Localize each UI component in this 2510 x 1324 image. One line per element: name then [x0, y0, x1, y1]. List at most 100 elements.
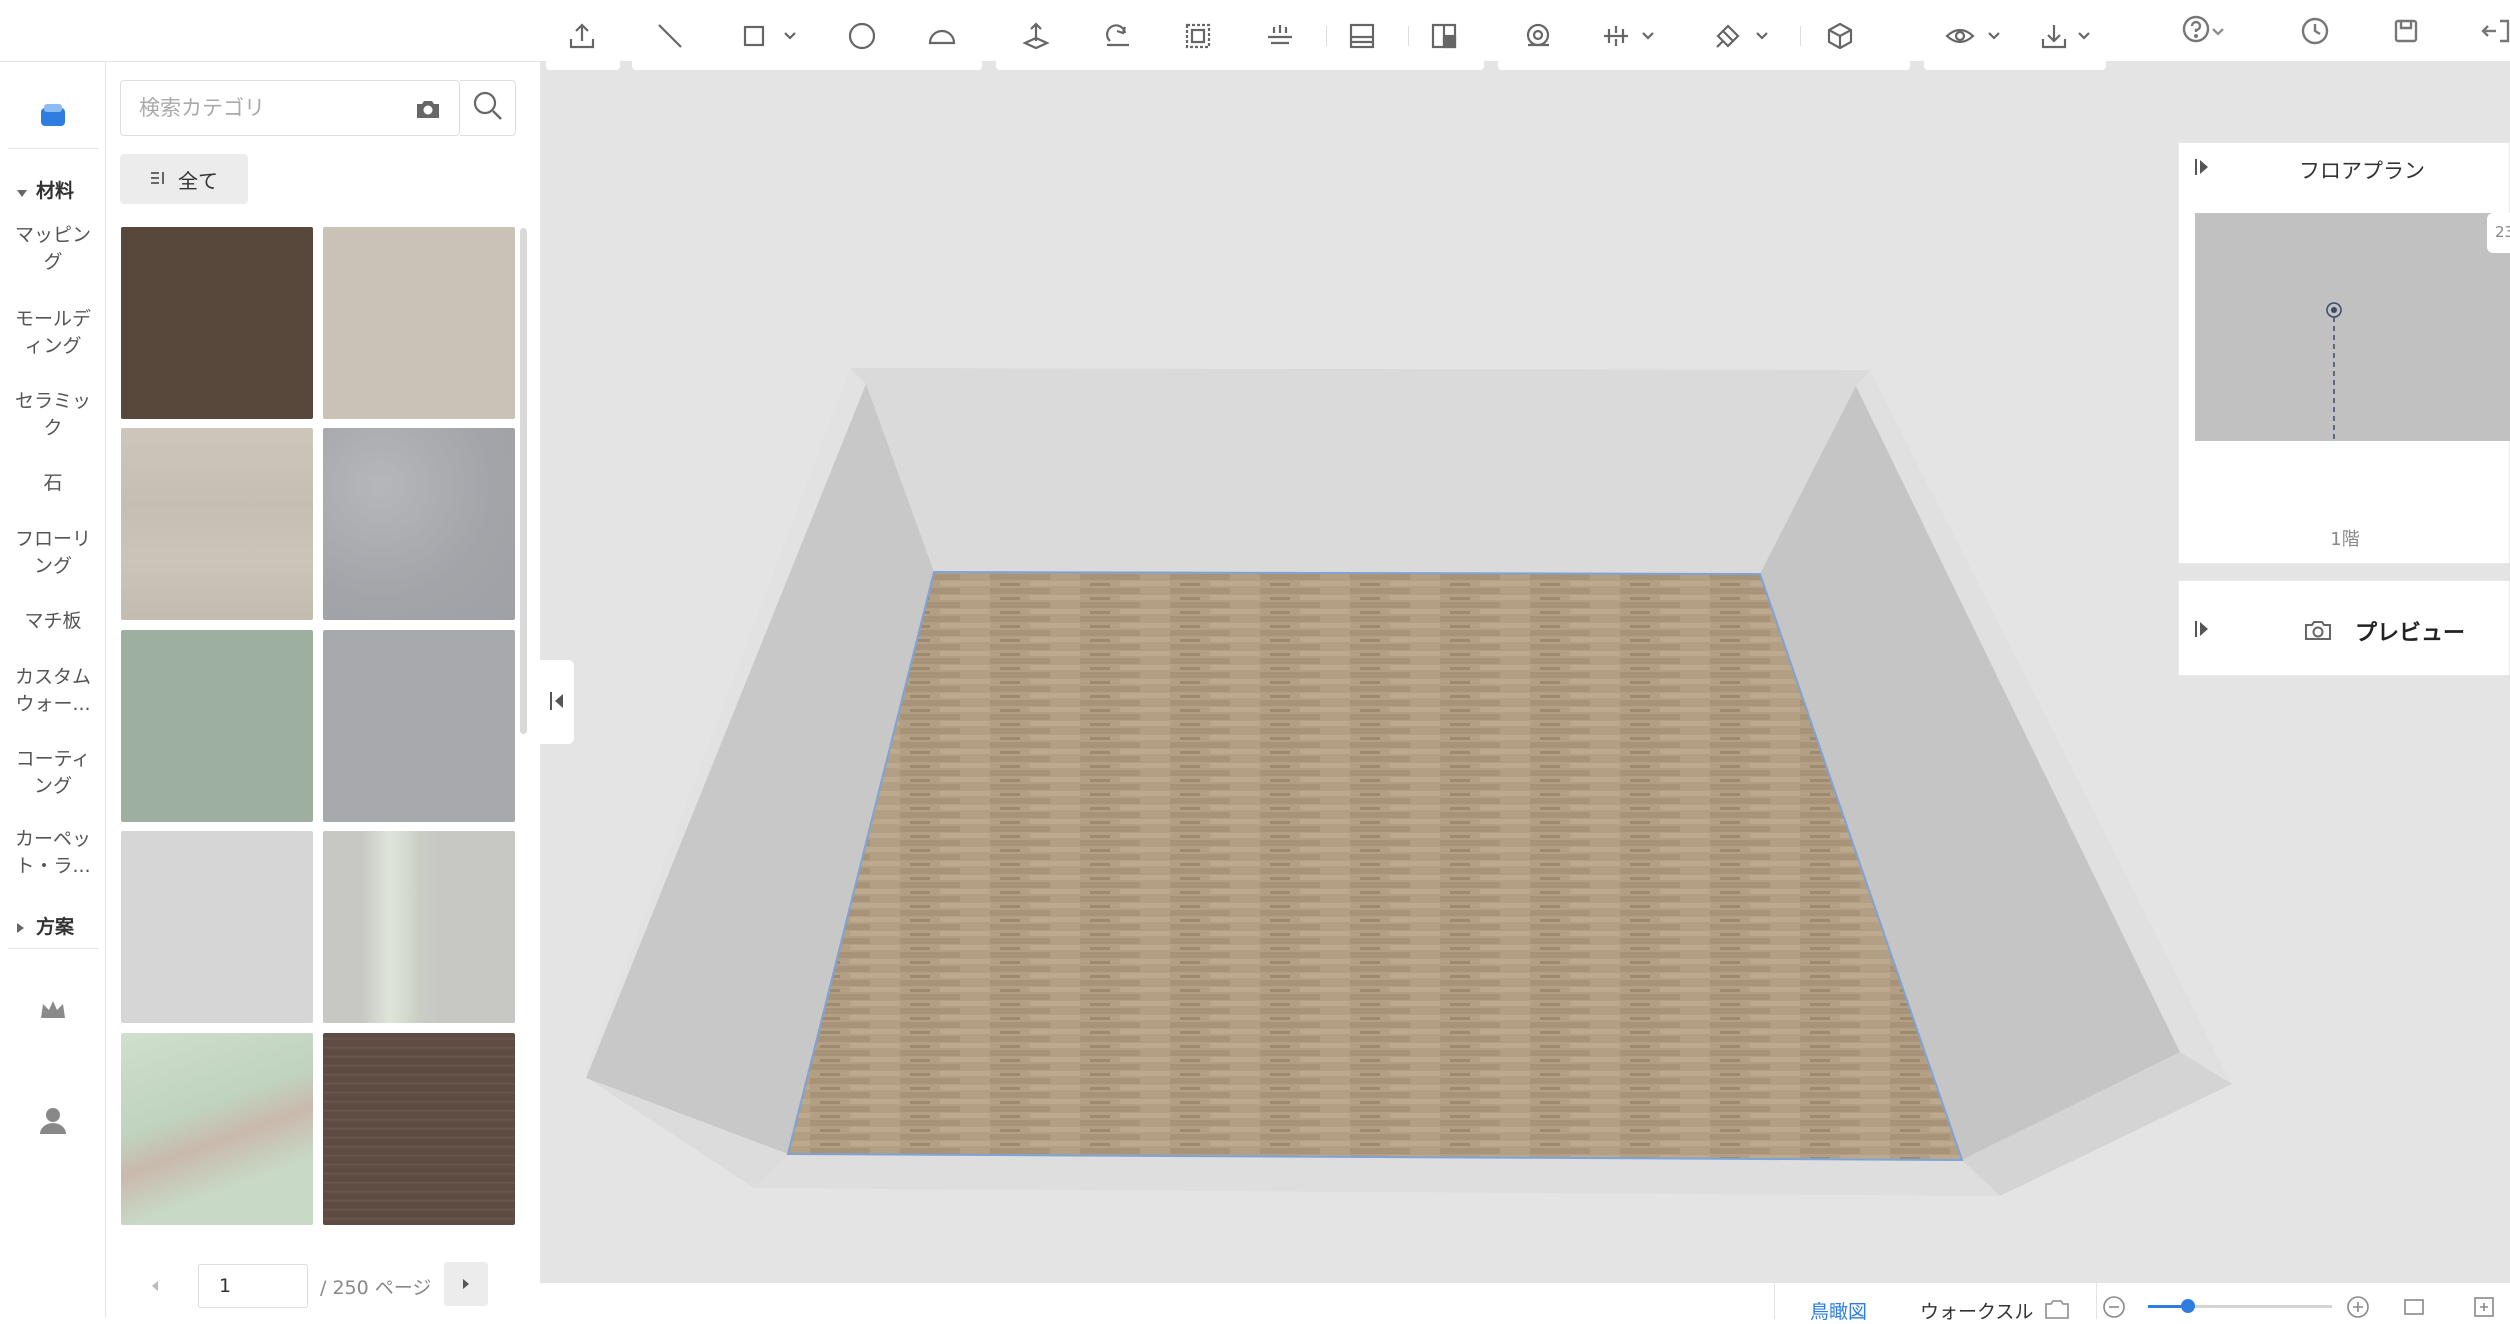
push-pull-icon[interactable]	[1020, 20, 1052, 52]
chevron-down-icon[interactable]	[1984, 20, 2004, 52]
floorplan-panel: フロアプラン 23 1階	[2178, 142, 2510, 564]
upload-icon[interactable]	[566, 20, 598, 52]
zoom-slider[interactable]	[2148, 1299, 2332, 1313]
download-icon[interactable]	[2038, 20, 2070, 52]
materials-icon[interactable]	[33, 96, 73, 136]
rail-item-stone[interactable]: 石	[8, 470, 98, 497]
chevron-down-icon[interactable]	[2074, 20, 2094, 52]
material-swatch[interactable]	[121, 1033, 313, 1225]
walkthrough-view-tab[interactable]: ウォークスル	[1920, 1297, 2033, 1324]
page-number-input[interactable]: 1	[198, 1264, 308, 1308]
tool-group-draw	[632, 0, 982, 70]
chevron-down-icon[interactable]	[1752, 20, 1772, 52]
floorplan-minimap[interactable]	[2195, 213, 2510, 443]
save-icon[interactable]	[2386, 12, 2426, 50]
rail-item-coating[interactable]: コーティ ング	[8, 746, 98, 800]
split-quadrant-icon[interactable]	[1428, 20, 1460, 52]
material-swatch[interactable]	[121, 630, 313, 822]
rail-item-molding[interactable]: モールデ ィング	[8, 306, 98, 360]
collapse-left-icon	[548, 690, 566, 716]
rail-item-panel[interactable]: マチ板	[8, 608, 98, 635]
exit-icon[interactable]	[2480, 12, 2510, 50]
material-swatch[interactable]	[323, 428, 515, 620]
divider	[1800, 26, 1801, 46]
dimension-icon[interactable]	[1600, 20, 1632, 52]
material-swatch[interactable]	[323, 831, 515, 1023]
line-tool-icon[interactable]	[654, 20, 686, 52]
panel-scrollbar[interactable]	[520, 228, 527, 734]
split-horizontal-icon[interactable]	[1346, 20, 1378, 52]
eye-icon[interactable]	[1944, 20, 1976, 52]
rotate-icon[interactable]	[1102, 20, 1134, 52]
material-swatch[interactable]	[121, 428, 313, 620]
chevron-down-icon[interactable]	[780, 20, 800, 52]
all-filter-button[interactable]: 全て	[120, 154, 248, 204]
paint-brush-icon[interactable]	[1712, 20, 1744, 52]
caret-down-icon	[16, 182, 28, 204]
floorplan-title: フロアプラン	[2299, 159, 2425, 183]
bottom-bar: 鳥瞰図 ウォークスル	[540, 1282, 2510, 1323]
circle-tool-icon[interactable]	[846, 20, 878, 52]
camera-icon[interactable]	[2044, 1297, 2070, 1323]
rail-divider	[8, 148, 98, 149]
section-label: 材料	[36, 180, 75, 202]
search-icon	[472, 90, 504, 126]
rail-item-carpet[interactable]: カーペッ ト・ラ...	[8, 826, 98, 880]
3d-object-icon[interactable]	[1824, 20, 1856, 52]
tool-group-edit	[996, 0, 1484, 70]
tool-group-export	[2018, 0, 2106, 70]
rail-item-flooring[interactable]: フローリ ング	[8, 526, 98, 580]
search-input[interactable]	[137, 91, 387, 125]
left-rail: 材料 マッピン グ モールデ ィング セラミッ ク 石 フローリ ング マチ板 …	[0, 62, 106, 1318]
back-wall	[850, 368, 1870, 574]
rectangle-tool-icon[interactable]	[738, 20, 770, 52]
rail-divider	[8, 948, 98, 949]
rail-item-mapping[interactable]: マッピン グ	[8, 222, 98, 276]
user-icon[interactable]	[37, 1104, 69, 1136]
search-box	[120, 80, 460, 136]
fit-view-icon[interactable]	[2402, 1295, 2426, 1323]
chevron-down-icon	[2211, 22, 2225, 41]
select-area-icon[interactable]	[1182, 20, 1214, 52]
fullscreen-icon[interactable]	[2472, 1295, 2496, 1323]
material-swatch[interactable]	[323, 630, 515, 822]
collapse-panel-button[interactable]	[540, 660, 574, 744]
help-icon	[2181, 14, 2211, 48]
search-button[interactable]	[460, 80, 516, 136]
zoom-in-icon[interactable]	[2346, 1295, 2370, 1323]
align-icon[interactable]	[1264, 20, 1296, 52]
arc-tool-icon[interactable]	[926, 20, 958, 52]
material-swatch[interactable]	[323, 227, 515, 419]
material-swatch[interactable]	[121, 831, 313, 1023]
prev-page-button[interactable]	[150, 1264, 172, 1308]
camera-icon	[2303, 617, 2333, 647]
expand-panel-icon[interactable]	[2193, 619, 2211, 643]
history-icon[interactable]	[2295, 12, 2335, 50]
rail-item-ceramic[interactable]: セラミッ ク	[8, 388, 98, 442]
divider	[2096, 1283, 2097, 1319]
measure-tape-icon[interactable]	[1522, 20, 1554, 52]
chevron-down-icon[interactable]	[1638, 20, 1658, 52]
rail-item-custom-wall[interactable]: カスタム ウォー...	[8, 664, 98, 718]
tool-group-import	[546, 0, 620, 70]
help-dropdown[interactable]	[2170, 12, 2236, 50]
birdseye-view-tab[interactable]: 鳥瞰図	[1810, 1297, 1867, 1324]
next-page-button[interactable]	[444, 1262, 488, 1306]
page-total-label: / 250 ページ	[320, 1276, 432, 1299]
camera-search-icon[interactable]	[415, 97, 441, 125]
section-label: 方案	[36, 916, 75, 938]
floor-label[interactable]: 1階	[2179, 525, 2510, 551]
material-swatch[interactable]	[121, 227, 313, 419]
filter-icon	[150, 167, 168, 191]
divider	[1326, 26, 1327, 46]
tool-group-view	[1924, 0, 2030, 70]
expand-panel-icon[interactable]	[2193, 157, 2211, 181]
all-filter-label: 全て	[178, 168, 218, 193]
zoom-slider-handle[interactable]	[2181, 1299, 2196, 1313]
floor-surface	[786, 570, 1964, 1162]
material-swatch[interactable]	[323, 1033, 515, 1225]
crown-icon[interactable]	[37, 996, 69, 1024]
zoom-out-icon[interactable]	[2102, 1295, 2126, 1323]
tool-group-tools	[1498, 0, 1910, 70]
divider	[1408, 26, 1409, 46]
